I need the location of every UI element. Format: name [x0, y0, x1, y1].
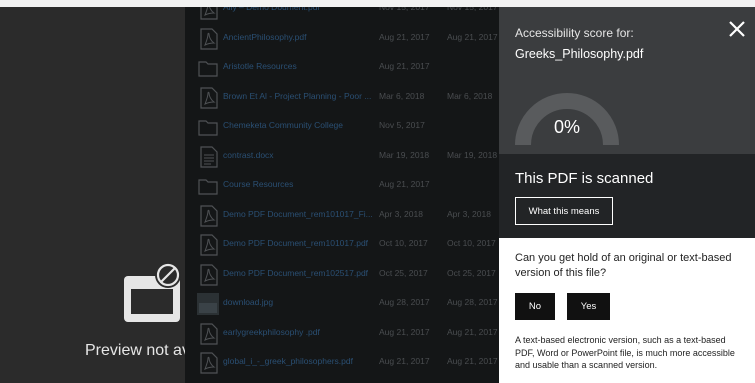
file-name-link[interactable]: contrast.docx [223, 150, 373, 160]
file-uploaded-date: Mar 6, 2018 [447, 90, 493, 101]
file-row[interactable]: Chemeketa Community College Nov 5, 2017 [185, 112, 499, 142]
pdf-icon [200, 27, 218, 50]
info-note: A text-based electronic version, such as… [515, 335, 735, 370]
file-uploaded-date: Aug 28, 2017 [447, 297, 498, 307]
file-row[interactable]: AncientPhilosophy.pdf Aug 21, 2017 Aug 21,… [185, 24, 499, 54]
file-modified-date: Aug 21, 2017 [379, 356, 430, 366]
file-modified-date: Aug 21, 2017 [379, 326, 430, 337]
file-name-link[interactable]: Demo PDF Document_rem101017_Fi... [223, 209, 373, 219]
file-row[interactable]: contrast.docx Mar 19, 2018 Mar 19, 2018 [185, 142, 499, 172]
file-modified-date: Aug 21, 2017 [379, 61, 430, 71]
document-icon [200, 145, 218, 168]
file-uploaded-date: Oct 10, 2017 [447, 238, 496, 248]
pdf-icon [200, 234, 218, 256]
folder-icon [198, 120, 218, 136]
pdf-icon [200, 204, 218, 227]
score-section: Accessibility score for: Greeks_Philosop… [499, 7, 755, 154]
file-modified-date: Aug 21, 2017 [379, 31, 430, 42]
file-name-link[interactable]: global_i_-_greek_philosophers.pdf [223, 356, 373, 366]
file-list: Ally – Demo Doument.pdf Nov 15, 2017 Nov 1… [185, 7, 499, 383]
file-name-link[interactable]: Chemeketa Community College [223, 120, 373, 130]
file-row[interactable]: Aristotle Resources Aug 21, 2017 [185, 53, 499, 83]
file-modified-date: Oct 25, 2017 [379, 267, 428, 278]
file-row[interactable]: Course Resources Aug 21, 2017 [185, 171, 499, 201]
folder-icon [198, 179, 218, 195]
file-modified-date: Aug 21, 2017 [379, 179, 430, 189]
folder-icon [198, 61, 218, 77]
what-this-means-button[interactable]: What this means [515, 197, 613, 225]
file-name-link[interactable]: download.jpg [223, 297, 373, 307]
file-name-link[interactable]: Demo PDF Document_rem101017.pdf [223, 238, 373, 248]
file-uploaded-date: Oct 25, 2017 [447, 267, 496, 278]
yes-button[interactable]: Yes [567, 293, 610, 320]
score-value: 0% [553, 117, 580, 137]
file-name-link[interactable]: Ally – Demo Doument.pdf [223, 7, 373, 12]
file-name-link[interactable]: AncientPhilosophy.pdf [223, 32, 373, 42]
file-row[interactable]: Brown Et Al - Project Planning - Poor ..… [185, 83, 499, 113]
file-modified-date: Apr 3, 2018 [379, 208, 423, 219]
app-window: Preview not available Ally – Demo Doumen… [0, 0, 755, 383]
status-section: This PDF is scanned What this means [499, 154, 755, 238]
file-uploaded-date: Nov 15, 2017 [447, 7, 498, 12]
file-row[interactable]: earlygreekphilosophy .pdf Aug 21, 2017 Aug… [185, 319, 499, 349]
panel-filename: Greeks_Philosophy.pdf [515, 47, 644, 61]
file-name-link[interactable]: Brown Et Al - Project Planning - Poor ..… [223, 91, 373, 101]
panel-title: Accessibility score for: [515, 26, 634, 40]
file-name-link[interactable]: Demo PDF Document_rem102517.pdf [223, 268, 373, 278]
file-uploaded-date: Apr 3, 2018 [447, 208, 491, 219]
file-row[interactable]: Ally – Demo Doument.pdf Nov 15, 2017 Nov 1… [185, 7, 499, 24]
preview-unavailable-icon [124, 262, 181, 322]
file-modified-date: Mar 19, 2018 [379, 149, 430, 160]
file-uploaded-date: Aug 21, 2017 [447, 356, 498, 366]
file-modified-date: Oct 10, 2017 [379, 238, 428, 248]
preview-pane [0, 7, 185, 383]
pdf-icon [200, 86, 218, 109]
status-title: This PDF is scanned [515, 170, 654, 187]
file-modified-date: Nov 5, 2017 [379, 120, 425, 130]
file-modified-date: Mar 6, 2018 [379, 90, 425, 101]
no-button[interactable]: No [515, 293, 555, 320]
file-name-link[interactable]: Aristotle Resources [223, 61, 373, 71]
file-row[interactable]: global_i_-_greek_philosophers.pdf Aug 21,… [185, 348, 499, 378]
question-text: Can you get hold of an original or text-… [515, 252, 732, 279]
close-icon[interactable] [727, 19, 747, 39]
question-section: Can you get hold of an original or text-… [499, 238, 755, 383]
pdf-icon [200, 322, 218, 345]
file-uploaded-date: Aug 21, 2017 [447, 31, 498, 42]
file-row[interactable]: Demo PDF Document_rem101017_Fi... Apr 3, … [185, 201, 499, 231]
pdf-icon [200, 7, 218, 20]
file-row[interactable]: download.jpg Aug 28, 2017 Aug 28, 2017 [185, 289, 499, 319]
file-modified-date: Nov 15, 2017 [379, 7, 430, 12]
pdf-icon [200, 352, 218, 374]
image-thumbnail-icon [197, 293, 219, 315]
file-name-link[interactable]: earlygreekphilosophy .pdf [223, 327, 373, 337]
file-name-link[interactable]: Course Resources [223, 179, 373, 189]
file-uploaded-date: Mar 19, 2018 [447, 149, 498, 160]
pdf-icon [200, 263, 218, 286]
file-row[interactable]: Demo PDF Document_rem102517.pdf Oct 25, 2… [185, 260, 499, 290]
file-modified-date: Aug 28, 2017 [379, 297, 430, 307]
file-uploaded-date: Aug 21, 2017 [447, 326, 498, 337]
accessibility-panel: Accessibility score for: Greeks_Philosop… [499, 7, 755, 383]
top-strip [0, 0, 755, 7]
file-row[interactable]: Demo PDF Document_rem101017.pdf Oct 10, 2… [185, 230, 499, 260]
